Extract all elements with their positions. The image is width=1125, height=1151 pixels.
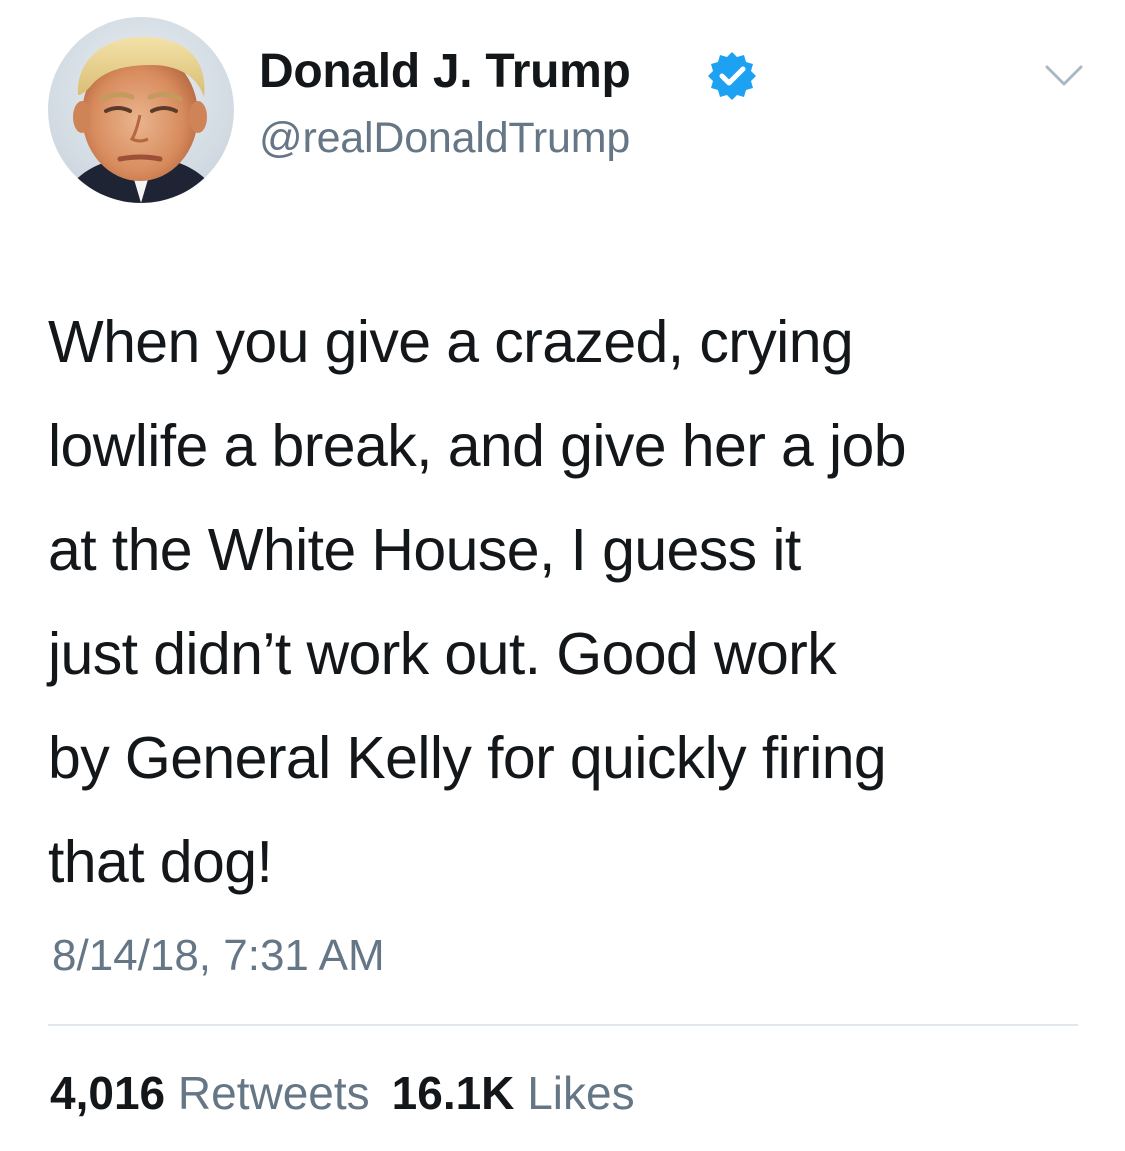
avatar[interactable]	[48, 17, 234, 203]
tweet-text-line: lowlife a break, and give her a job	[48, 413, 907, 479]
profile-photo-icon	[48, 17, 234, 203]
user-handle[interactable]: @realDonaldTrump	[259, 113, 630, 163]
tweet-text-line: by General Kelly for quickly firing	[48, 725, 887, 791]
verified-badge-icon	[708, 52, 756, 100]
retweets-count: 4,016	[50, 1067, 166, 1119]
tweet-text-line: at the White House, I guess it	[48, 517, 801, 583]
tweet-text-line: just didn’t work out. Good work	[48, 621, 837, 687]
tweet-card: Donald J. Trump @realDonaldTrump When yo…	[0, 0, 1125, 1151]
divider	[48, 1024, 1078, 1026]
tweet-text-line: When you give a crazed, crying	[48, 309, 854, 375]
tweet-timestamp[interactable]: 8/14/18, 7:31 AM	[52, 928, 385, 984]
tweet-stats: 4,016 Retweets 16.1K Likes	[50, 1064, 635, 1122]
display-name[interactable]: Donald J. Trump	[259, 44, 631, 100]
likes-count: 16.1K	[391, 1067, 515, 1119]
tweet-text: When you give a crazed, crying lowlife a…	[48, 290, 1093, 914]
likes-stat[interactable]: 16.1K Likes	[392, 1067, 635, 1119]
chevron-down-icon[interactable]	[1044, 63, 1084, 89]
likes-label: Likes	[527, 1067, 635, 1119]
retweets-label: Retweets	[177, 1067, 370, 1119]
tweet-text-line: that dog!	[48, 829, 273, 895]
retweets-stat[interactable]: 4,016 Retweets	[50, 1067, 370, 1119]
